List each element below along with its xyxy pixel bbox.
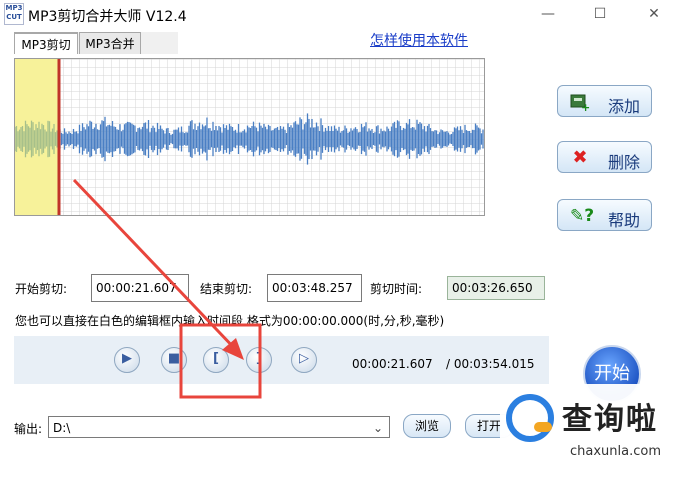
watermark-text: 查询啦 xyxy=(562,402,658,437)
watermark-url: chaxunla.com xyxy=(570,444,661,459)
watermark: 查询啦 chaxunla.com xyxy=(500,384,682,477)
annotation-arrow-head xyxy=(222,338,244,360)
watermark-logo-icon xyxy=(506,394,554,442)
